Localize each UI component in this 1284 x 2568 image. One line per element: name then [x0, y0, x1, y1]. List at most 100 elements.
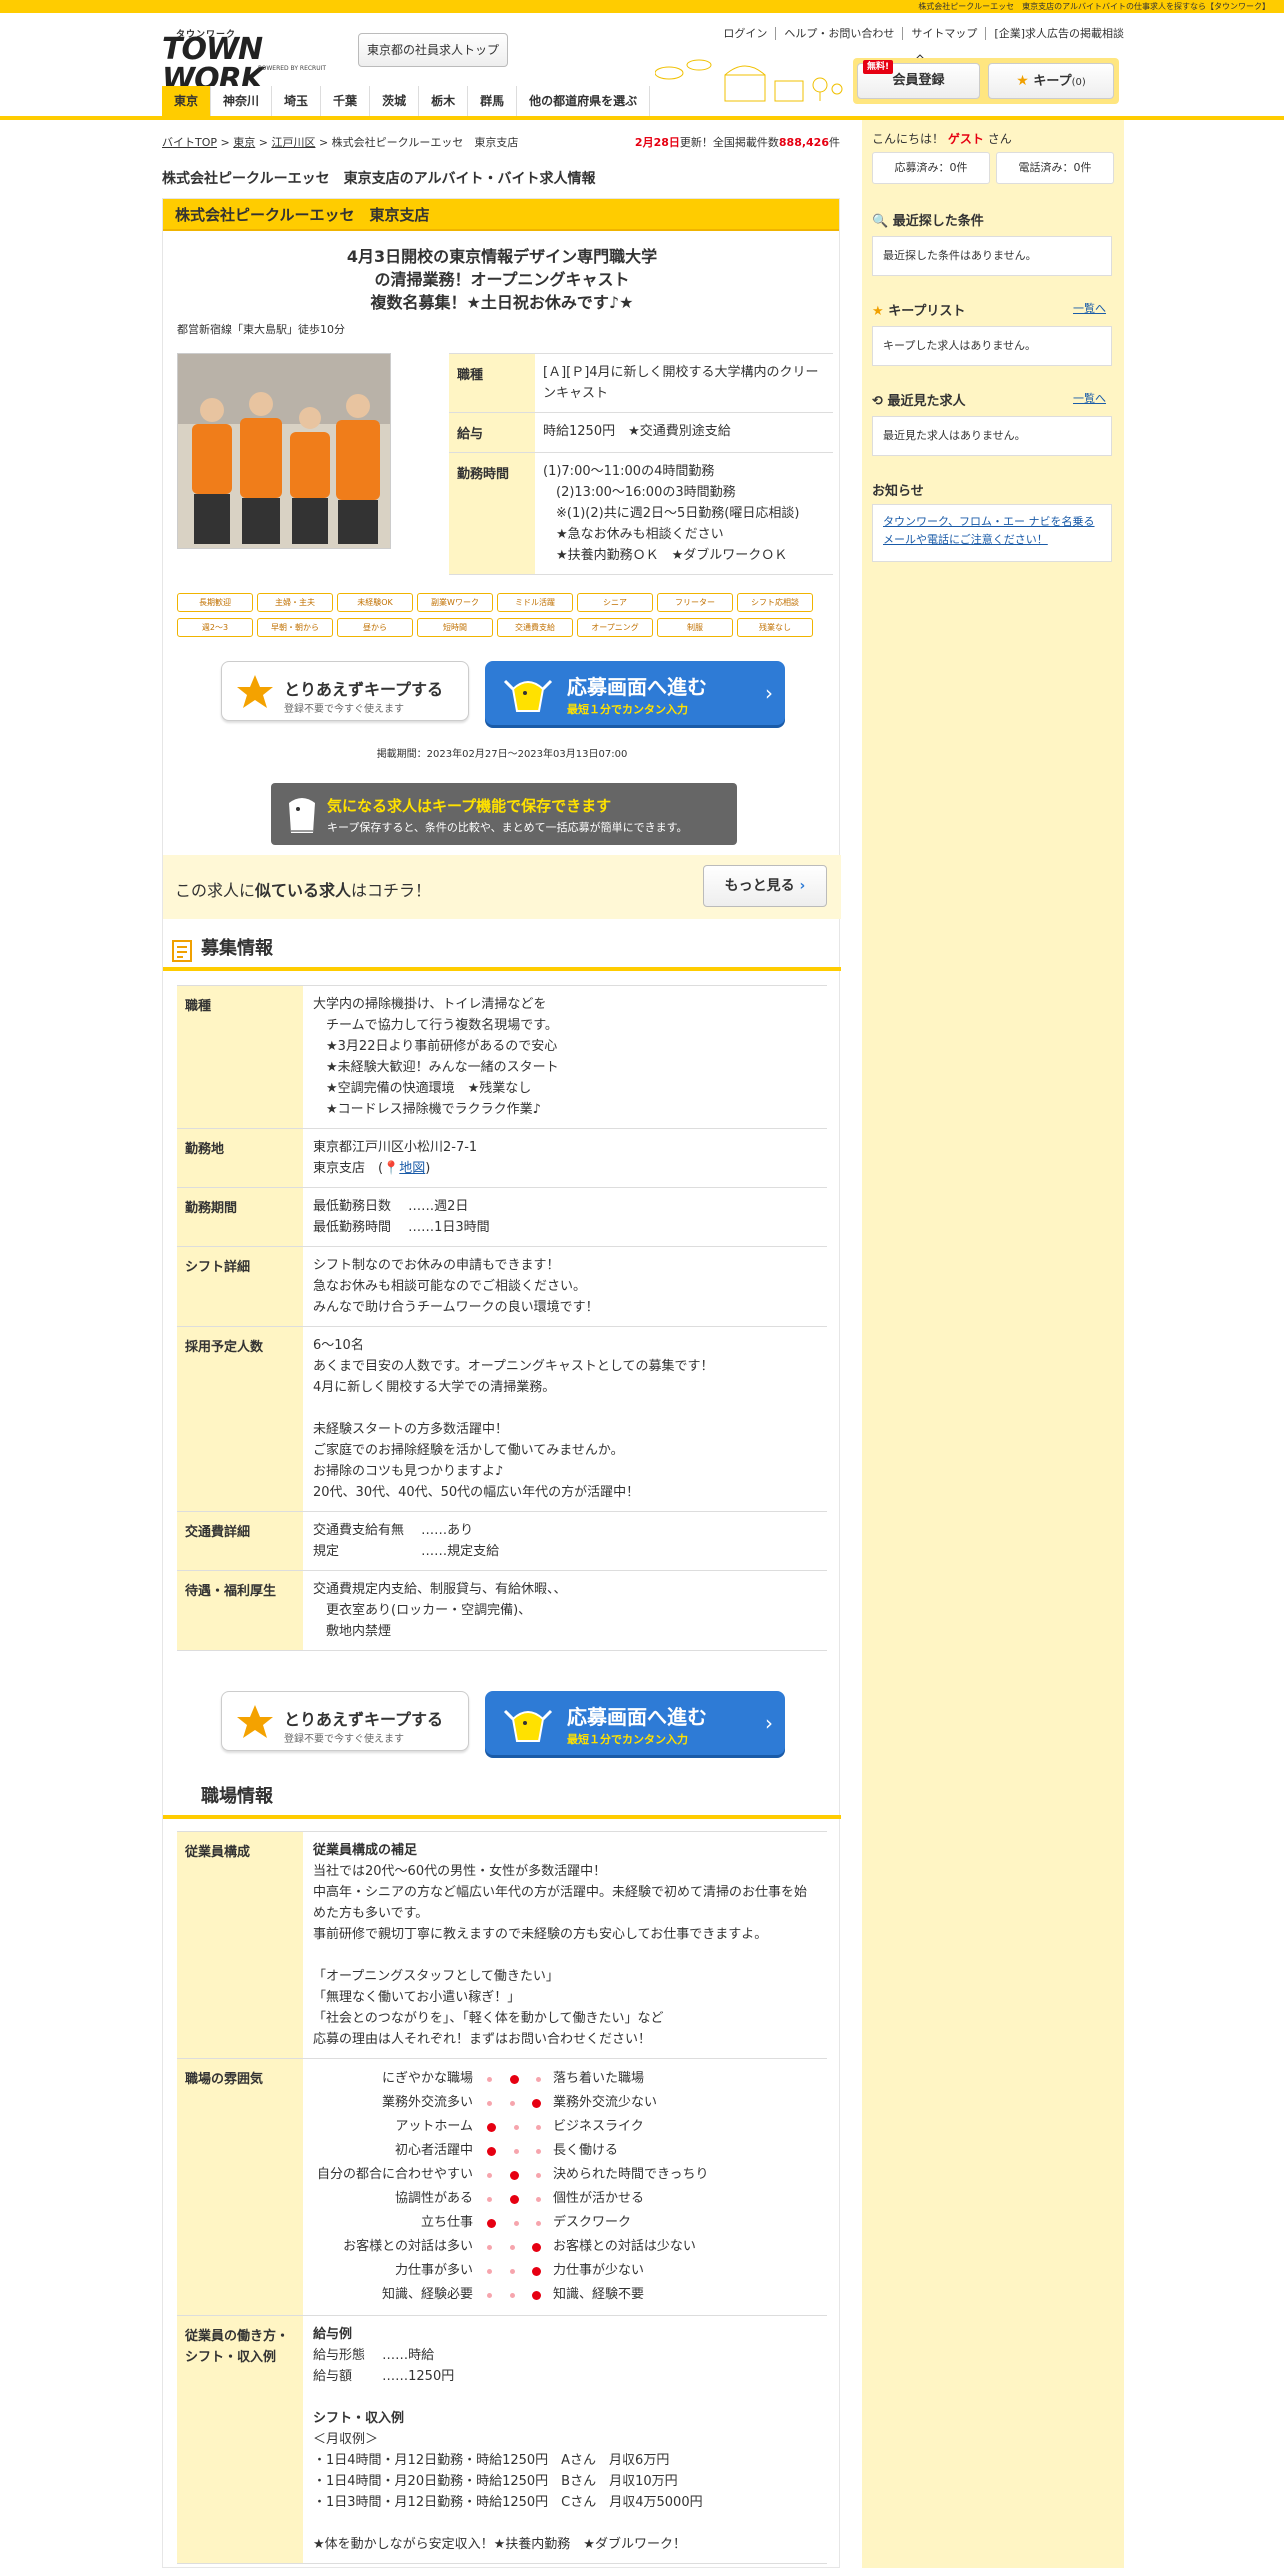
recruit-value: 最低勤務日数 ……週2日 最低勤務時間 ……1日3時間: [303, 1187, 827, 1247]
summary-label: 給与: [449, 412, 535, 453]
tab-tochigi[interactable]: 栃木: [419, 86, 469, 116]
atmosphere-row: 力仕事が多い 力仕事が少ない: [313, 2259, 817, 2283]
update-info: 2月28日更新！全国掲載件数888,426件: [635, 134, 840, 150]
recruit-table: 職種 大学内の掃除機掛け、トイレ清掃などを チームで協力して行う複数名現場です。 …: [177, 985, 827, 1651]
recent-view-title: 最近見た求人: [887, 394, 966, 409]
breadcrumb-tokyo[interactable]: 東京: [233, 136, 255, 149]
apply-button-bottom[interactable]: 応募画面へ進む 最短１分でカンタン入力 ›: [485, 1691, 785, 1755]
recruit-value: 交通費支給有無 ……あり 規定 ……規定支給: [303, 1511, 827, 1571]
update-date: 2月28日: [634, 136, 680, 149]
tab-gunma[interactable]: 群馬: [468, 86, 518, 116]
atmosphere-row: 業務外交流多い 業務外交流少ない: [313, 2091, 817, 2115]
member-register-button[interactable]: 無料! 会員登録: [857, 60, 980, 99]
atmosphere-dot: [487, 2196, 492, 2202]
prefecture-tabs: 東京 神奈川 埼玉 千葉 茨城 栃木 群馬 他の都道府県を選ぶ: [162, 86, 651, 116]
atmosphere-dot-selected: [509, 2170, 519, 2180]
tab-kanagawa[interactable]: 神奈川: [211, 86, 273, 116]
keep-job-button[interactable]: とりあえずキープする 登録不要で今すぐ使えます: [221, 661, 469, 721]
keep-list-more-link[interactable]: 一覧へ: [1073, 300, 1106, 316]
workplace-title: 職場情報: [201, 1786, 273, 1807]
listing-unit: 件: [829, 136, 840, 149]
mascot-icon: [503, 679, 553, 712]
atmosphere-scale: [483, 2187, 545, 2211]
apply-button[interactable]: 応募画面へ進む 最短１分でカンタン入力 ›: [485, 661, 785, 725]
atmosphere-left: 自分の都合に合わせやすい: [316, 2167, 473, 2182]
staff-photo-illustration: [178, 354, 390, 548]
atmosphere-dot-selected: [487, 2122, 496, 2132]
feature-tag: 早朝・朝から: [257, 618, 333, 637]
tab-chiba[interactable]: 千葉: [321, 86, 371, 116]
breadcrumb-baito-top[interactable]: バイトTOP: [162, 136, 217, 149]
atmosphere-row: 立ち仕事 デスクワーク: [313, 2211, 817, 2235]
feature-tag: 未経験OK: [337, 593, 413, 612]
member-register-label: 会員登録: [892, 73, 945, 88]
action-buttons-top: とりあえずキープする 登録不要で今すぐ使えます 応募画面へ進む 最短１分でカンタ…: [221, 661, 787, 727]
tokyo-employee-top-button[interactable]: 東京都の社員求人トップ: [358, 33, 508, 67]
job-summary-table: 職種 [Ａ][Ｐ]4月に新しく開校する大学構内のクリーンキャスト 給与 時給1250…: [449, 353, 833, 575]
chevron-right-icon: ›: [765, 1711, 773, 1735]
greeting-pre: こんにちは！: [872, 132, 945, 146]
ad-consult-link[interactable]: [企業]求人広告の掲載相談: [985, 27, 1124, 40]
atmosphere-right: 力仕事が少ない: [553, 2263, 645, 2278]
tab-other-prefectures[interactable]: 他の都道府県を選ぶ: [517, 86, 651, 116]
atmosphere-row: にぎやかな職場 落ち着いた職場: [313, 2067, 817, 2091]
atmosphere-right: 個性が活かせる: [553, 2191, 645, 2206]
notice-box[interactable]: タウンワーク、フロム・エー ナビを名乗るメールや電話にご注意ください！: [872, 504, 1112, 562]
location-close: ): [425, 1161, 431, 1176]
staff-photo: [177, 353, 391, 549]
star-icon: [237, 1705, 273, 1738]
keep-feature-banner[interactable]: 気になる求人はキープ機能で保存できます キープ保存すると、条件の比較や、まとめて…: [271, 783, 737, 845]
recruit-row: 待遇・福利厚生 交通費規定内支給、制服貸与、有給休暇、、 更衣室あり(ロッカー・空…: [177, 1570, 827, 1651]
recent-view-more-link[interactable]: 一覧へ: [1073, 390, 1106, 406]
keep-list-box: キープした求人はありません。: [872, 326, 1112, 366]
feature-tag: 交通費支給: [497, 618, 573, 637]
map-link[interactable]: 地図: [399, 1161, 425, 1176]
atmosphere-dot-selected: [487, 2146, 496, 2156]
feature-tag: 主婦・主夫: [257, 593, 333, 612]
summary-value: 時給1250円 ★交通費別途支給: [535, 412, 833, 453]
atmosphere-left: にぎやかな職場: [381, 2071, 473, 2086]
notice-link[interactable]: タウンワーク、フロム・エー ナビを名乗るメールや電話にご注意ください！: [883, 515, 1095, 546]
summary-row: 職種 [Ａ][Ｐ]4月に新しく開校する大学構内のクリーンキャスト: [449, 353, 833, 413]
see-more-button[interactable]: もっと見る ›: [703, 865, 827, 907]
tab-tokyo[interactable]: 東京: [162, 86, 212, 116]
chevron-right-icon: ›: [799, 878, 806, 894]
similar-post: はコチラ！: [351, 881, 432, 900]
chevron-right-icon: ›: [765, 681, 773, 705]
keep-job-button-bottom[interactable]: とりあえずキープする 登録不要で今すぐ使えます: [221, 1691, 469, 1751]
atmosphere-dot: [536, 2148, 541, 2154]
atmosphere-dot: [513, 2148, 519, 2154]
salary-sub-title: 給与例: [313, 2327, 353, 2342]
atmosphere-dot: [509, 2268, 515, 2274]
called-count[interactable]: 電話済み：0件: [996, 152, 1114, 184]
similar-jobs-bar: この求人に似ている求人はコチラ！ もっと見る ›: [163, 855, 841, 919]
atmosphere-left: 立ち仕事: [420, 2215, 473, 2230]
breadcrumb-current: 株式会社ピークルーエッセ 東京支店: [331, 136, 519, 149]
update-text: 更新！全国掲載件数: [679, 136, 779, 149]
recruit-value: 交通費規定内支給、制服貸与、有給休暇、、 更衣室あり(ロッカー・空調完備)、 敷…: [303, 1570, 827, 1651]
keep-button-sub: 登録不要で今すぐ使えます: [284, 704, 404, 715]
feature-tag: 短時間: [417, 618, 493, 637]
catch-line-1: 4月3日開校の東京情報デザイン専門職大学: [346, 247, 658, 266]
listing-period: 掲載期間：2023年02月27日～2023年03月13日07:00: [376, 749, 628, 760]
townwork-logo[interactable]: タウンワーク TOWN WORK POWERED BY RECRUIT: [162, 27, 342, 95]
breadcrumb-edogawa[interactable]: 江戸川区: [271, 136, 315, 149]
tab-ibaraki[interactable]: 茨城: [370, 86, 420, 116]
applied-count[interactable]: 応募済み：0件: [872, 152, 990, 184]
feature-tag: 残業なし: [737, 618, 813, 637]
atmosphere-scale: [483, 2259, 545, 2283]
atmosphere-left: アットホーム: [395, 2119, 473, 2134]
map-pin-icon: 📍: [383, 1161, 400, 1176]
tab-saitama[interactable]: 埼玉: [272, 86, 322, 116]
atmosphere-dot: [513, 2220, 519, 2226]
atmosphere-dot: [536, 2172, 541, 2178]
header-keep-button[interactable]: ★ キープ(0): [988, 63, 1114, 99]
see-more-label: もっと見る: [724, 878, 795, 894]
keep-list-heading: ★ キープリスト 一覧へ: [872, 300, 1114, 319]
greeting-post: さん: [987, 132, 1012, 146]
workplace-table: 従業員構成 従業員構成の補足 当社では20代～60代の男性・女性が多数活躍中！ …: [177, 1831, 827, 2564]
recruit-label: 勤務期間: [177, 1187, 303, 1247]
salary-text: 給与形態 ……時給 給与額 ……1250円: [313, 2348, 455, 2384]
atmosphere-dot: [536, 2220, 541, 2226]
atmosphere-scale: [483, 2235, 545, 2259]
